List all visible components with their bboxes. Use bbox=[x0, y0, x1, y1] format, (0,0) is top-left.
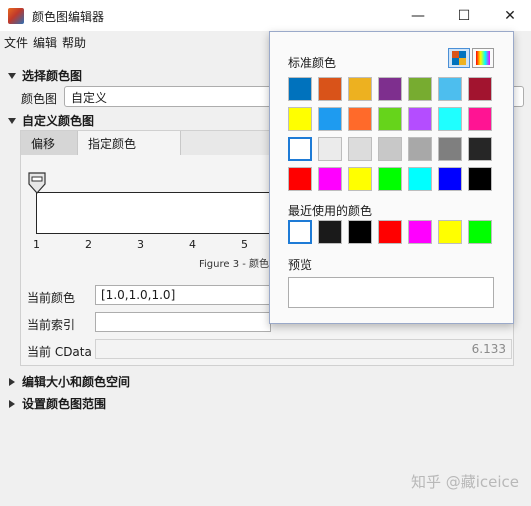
standard-color-swatch[interactable] bbox=[408, 107, 432, 131]
current-cdata-label: 当前 CData bbox=[27, 345, 92, 359]
axis-tick: 2 bbox=[85, 238, 92, 251]
standard-color-swatch[interactable] bbox=[348, 167, 372, 191]
standard-colors-label: 标准颜色 bbox=[288, 56, 337, 70]
tab-specify-color[interactable]: 指定颜色 bbox=[77, 131, 181, 155]
standard-color-swatch[interactable] bbox=[318, 137, 342, 161]
standard-color-swatch[interactable] bbox=[378, 107, 402, 131]
axis-tick: 4 bbox=[189, 238, 196, 251]
section-title: 自定义颜色图 bbox=[22, 114, 95, 128]
expand-triangle-icon bbox=[9, 399, 15, 408]
section-title: 设置颜色图范围 bbox=[22, 397, 107, 411]
minimize-button[interactable]: — bbox=[395, 0, 441, 31]
standard-color-swatch[interactable] bbox=[408, 167, 432, 191]
standard-color-swatch[interactable] bbox=[288, 137, 312, 161]
standard-color-swatch[interactable] bbox=[318, 167, 342, 191]
standard-color-swatch[interactable] bbox=[318, 107, 342, 131]
standard-color-swatch[interactable] bbox=[468, 107, 492, 131]
select-colormap-header[interactable]: 选择颜色图 bbox=[8, 67, 82, 84]
palette-mode-button[interactable] bbox=[448, 48, 470, 68]
axis-tick: 3 bbox=[137, 238, 144, 251]
edit-size-colorspace-header[interactable]: 编辑大小和颜色空间 bbox=[8, 373, 130, 390]
standard-color-swatch[interactable] bbox=[468, 77, 492, 101]
standard-color-swatch[interactable] bbox=[378, 167, 402, 191]
menu-edit[interactable]: 编辑 bbox=[33, 34, 57, 51]
current-color-label: 当前颜色 bbox=[27, 291, 76, 305]
standard-color-swatch[interactable] bbox=[468, 137, 492, 161]
spectrum-icon bbox=[476, 51, 490, 65]
section-title: 编辑大小和颜色空间 bbox=[22, 375, 131, 389]
window-title: 颜色图编辑器 bbox=[32, 10, 105, 24]
recent-color-swatch[interactable] bbox=[378, 220, 402, 244]
colormap-dropdown-value: 自定义 bbox=[71, 91, 108, 105]
standard-color-swatch[interactable] bbox=[348, 107, 372, 131]
color-preview-box bbox=[288, 277, 494, 308]
standard-color-swatch[interactable] bbox=[438, 137, 462, 161]
recent-color-swatch[interactable] bbox=[408, 220, 432, 244]
current-index-label: 当前索引 bbox=[27, 318, 76, 332]
axis-tick: 1 bbox=[33, 238, 40, 251]
recent-color-swatch[interactable] bbox=[348, 220, 372, 244]
recent-color-swatch[interactable] bbox=[438, 220, 462, 244]
menu-file[interactable]: 文件 bbox=[4, 34, 28, 51]
standard-color-swatch[interactable] bbox=[348, 77, 372, 101]
recent-color-swatch[interactable] bbox=[468, 220, 492, 244]
figure-label: Figure 3 - 颜色 bbox=[199, 259, 270, 270]
standard-color-swatch[interactable] bbox=[438, 167, 462, 191]
colormap-axes[interactable] bbox=[36, 192, 286, 234]
standard-color-swatch[interactable] bbox=[288, 167, 312, 191]
standard-color-swatch[interactable] bbox=[318, 77, 342, 101]
preview-label: 预览 bbox=[288, 258, 313, 272]
title-bar: 颜色图编辑器 — ☐ ✕ bbox=[0, 0, 531, 31]
watermark: 知乎 @藏iceice bbox=[410, 473, 519, 491]
recent-color-swatch[interactable] bbox=[318, 220, 342, 244]
standard-color-swatch[interactable] bbox=[438, 77, 462, 101]
matlab-app-icon bbox=[8, 8, 24, 24]
expand-triangle-icon bbox=[9, 377, 15, 386]
custom-colormap-header[interactable]: 自定义颜色图 bbox=[8, 112, 94, 129]
recent-colors-label: 最近使用的颜色 bbox=[288, 204, 373, 218]
standard-color-swatch[interactable] bbox=[408, 77, 432, 101]
collapse-triangle-icon bbox=[8, 72, 16, 79]
standard-color-swatch[interactable] bbox=[348, 137, 372, 161]
close-button[interactable]: ✕ bbox=[487, 0, 531, 31]
colormap-marker-icon[interactable] bbox=[28, 172, 46, 194]
tab-offset[interactable]: 偏移 bbox=[21, 131, 77, 155]
standard-color-swatch[interactable] bbox=[288, 107, 312, 131]
standard-color-swatch[interactable] bbox=[468, 167, 492, 191]
palette-grid-icon bbox=[452, 51, 466, 65]
custom-color-mode-button[interactable] bbox=[472, 48, 494, 68]
current-index-field[interactable] bbox=[95, 312, 271, 332]
current-color-field[interactable]: [1.0,1.0,1.0] bbox=[95, 285, 271, 305]
section-title: 选择颜色图 bbox=[22, 69, 83, 83]
colormap-label: 颜色图 bbox=[21, 92, 58, 106]
collapse-triangle-icon bbox=[8, 117, 16, 124]
current-cdata-field: 6.133 bbox=[95, 339, 512, 359]
axis-tick: 5 bbox=[241, 238, 248, 251]
color-picker-popup: 标准颜色 最近使用的颜色 预览 bbox=[269, 31, 514, 324]
maximize-button[interactable]: ☐ bbox=[441, 0, 487, 31]
standard-color-swatch[interactable] bbox=[378, 77, 402, 101]
standard-color-swatch[interactable] bbox=[288, 77, 312, 101]
menu-help[interactable]: 帮助 bbox=[62, 34, 86, 51]
standard-color-swatch[interactable] bbox=[378, 137, 402, 161]
standard-color-swatch[interactable] bbox=[408, 137, 432, 161]
standard-color-swatch[interactable] bbox=[438, 107, 462, 131]
recent-color-swatch[interactable] bbox=[288, 220, 312, 244]
set-colormap-range-header[interactable]: 设置颜色图范围 bbox=[8, 395, 106, 412]
